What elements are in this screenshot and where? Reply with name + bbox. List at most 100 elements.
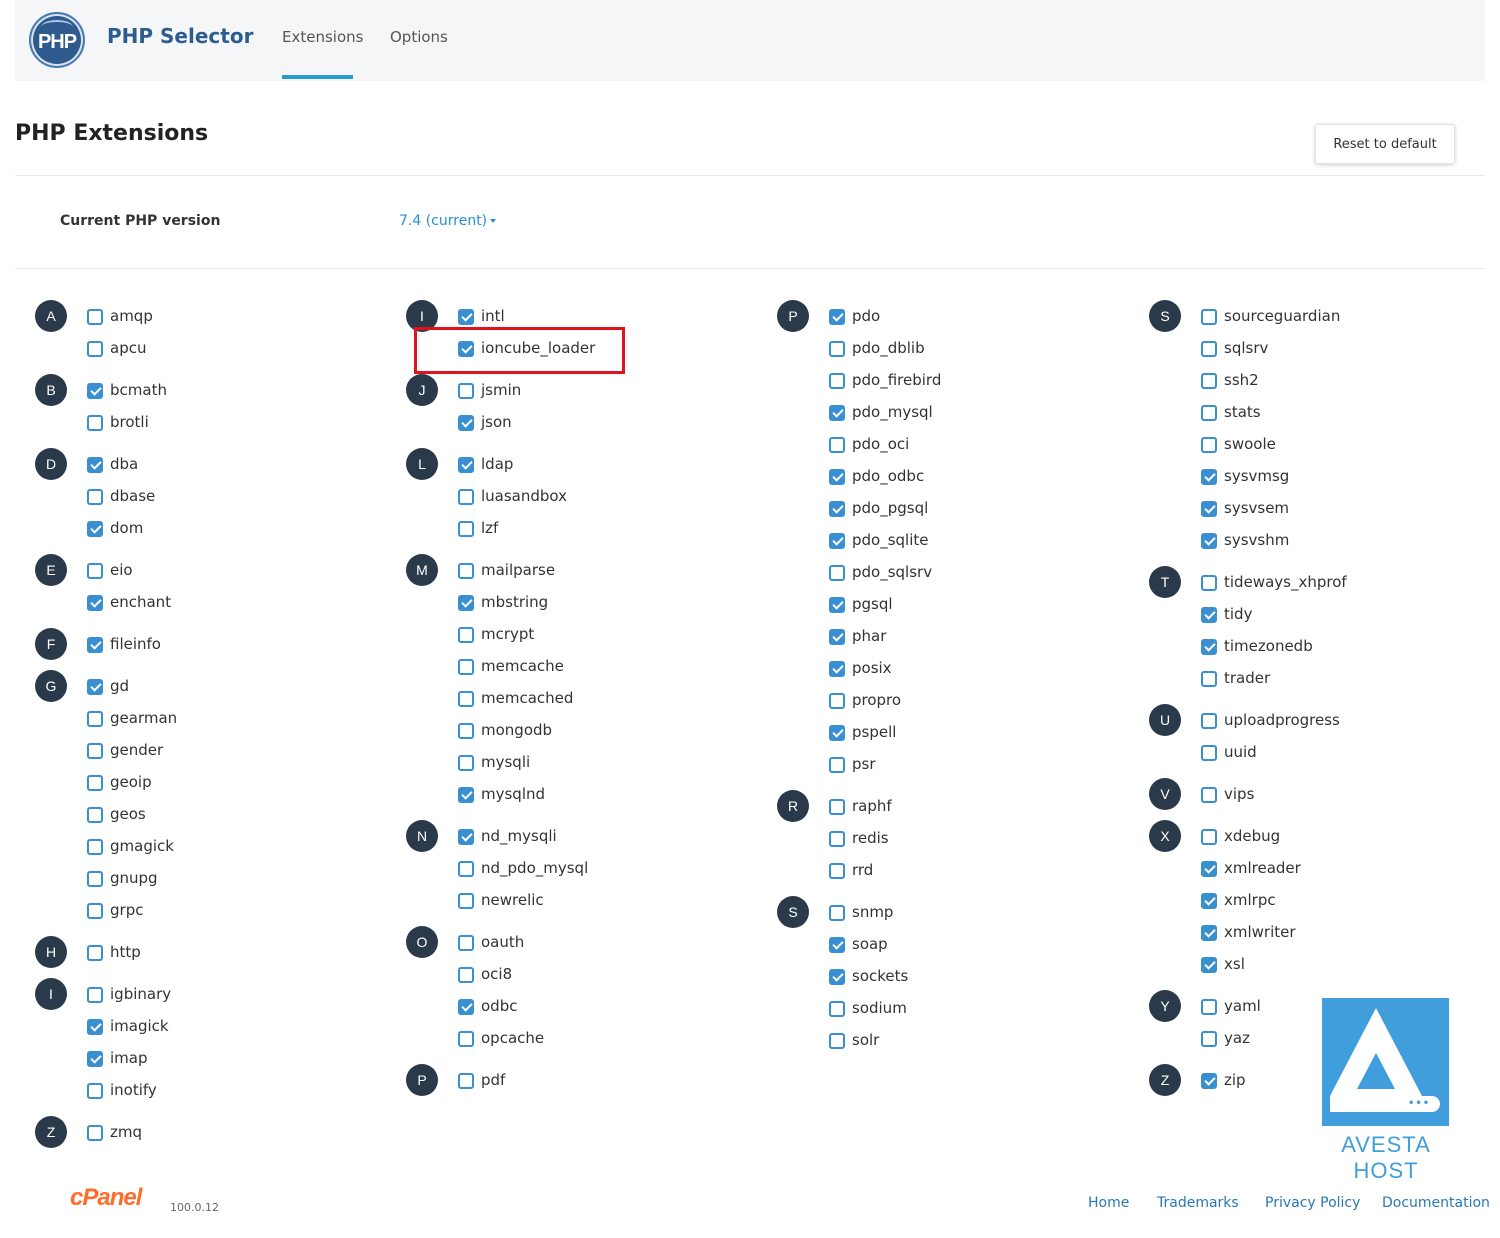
extension-psr[interactable]: psr — [829, 748, 1137, 780]
checkbox-unchecked-icon[interactable] — [458, 659, 474, 675]
checkbox-unchecked-icon[interactable] — [1201, 437, 1217, 453]
extension-mbstring[interactable]: mbstring — [458, 586, 766, 618]
extension-ssh2[interactable]: ssh2 — [1201, 364, 1500, 396]
extension-odbc[interactable]: odbc — [458, 990, 766, 1022]
extension-igbinary[interactable]: igbinary — [87, 978, 395, 1010]
checkbox-unchecked-icon[interactable] — [87, 415, 103, 431]
checkbox-unchecked-icon[interactable] — [1201, 1031, 1217, 1047]
extension-amqp[interactable]: amqp — [87, 300, 395, 332]
extension-geoip[interactable]: geoip — [87, 766, 395, 798]
extension-pdo-mysql[interactable]: pdo_mysql — [829, 396, 1137, 428]
checkbox-checked-icon[interactable] — [829, 629, 845, 645]
extension-pdo[interactable]: pdo — [829, 300, 1137, 332]
extension-memcached[interactable]: memcached — [458, 682, 766, 714]
extension-xsl[interactable]: xsl — [1201, 948, 1500, 980]
checkbox-checked-icon[interactable] — [829, 533, 845, 549]
extension-raphf[interactable]: raphf — [829, 790, 1137, 822]
extension-uploadprogress[interactable]: uploadprogress — [1201, 704, 1500, 736]
extension-snmp[interactable]: snmp — [829, 896, 1137, 928]
extension-grpc[interactable]: grpc — [87, 894, 395, 926]
extension-timezonedb[interactable]: timezonedb — [1201, 630, 1500, 662]
footer-link-documentation[interactable]: Documentation — [1382, 1195, 1490, 1211]
extension-fileinfo[interactable]: fileinfo — [87, 628, 395, 660]
extension-apcu[interactable]: apcu — [87, 332, 395, 364]
extension-pgsql[interactable]: pgsql — [829, 588, 1137, 620]
checkbox-checked-icon[interactable] — [1201, 639, 1217, 655]
checkbox-unchecked-icon[interactable] — [458, 861, 474, 877]
checkbox-unchecked-icon[interactable] — [87, 945, 103, 961]
extension-enchant[interactable]: enchant — [87, 586, 395, 618]
checkbox-unchecked-icon[interactable] — [458, 1073, 474, 1089]
extension-bcmath[interactable]: bcmath — [87, 374, 395, 406]
checkbox-checked-icon[interactable] — [458, 415, 474, 431]
checkbox-unchecked-icon[interactable] — [458, 627, 474, 643]
checkbox-checked-icon[interactable] — [458, 829, 474, 845]
extension-sqlsrv[interactable]: sqlsrv — [1201, 332, 1500, 364]
checkbox-checked-icon[interactable] — [87, 521, 103, 537]
extension-http[interactable]: http — [87, 936, 395, 968]
checkbox-unchecked-icon[interactable] — [829, 341, 845, 357]
checkbox-unchecked-icon[interactable] — [1201, 829, 1217, 845]
checkbox-checked-icon[interactable] — [829, 405, 845, 421]
checkbox-unchecked-icon[interactable] — [87, 309, 103, 325]
checkbox-unchecked-icon[interactable] — [87, 711, 103, 727]
extension-posix[interactable]: posix — [829, 652, 1137, 684]
checkbox-unchecked-icon[interactable] — [87, 903, 103, 919]
checkbox-unchecked-icon[interactable] — [87, 987, 103, 1003]
extension-brotli[interactable]: brotli — [87, 406, 395, 438]
extension-sysvmsg[interactable]: sysvmsg — [1201, 460, 1500, 492]
extension-ldap[interactable]: ldap — [458, 448, 766, 480]
extension-propro[interactable]: propro — [829, 684, 1137, 716]
extension-pdo-odbc[interactable]: pdo_odbc — [829, 460, 1137, 492]
checkbox-unchecked-icon[interactable] — [458, 967, 474, 983]
extension-memcache[interactable]: memcache — [458, 650, 766, 682]
extension-xmlwriter[interactable]: xmlwriter — [1201, 916, 1500, 948]
extension-pspell[interactable]: pspell — [829, 716, 1137, 748]
checkbox-unchecked-icon[interactable] — [829, 373, 845, 389]
extension-pdo-dblib[interactable]: pdo_dblib — [829, 332, 1137, 364]
checkbox-checked-icon[interactable] — [458, 309, 474, 325]
checkbox-checked-icon[interactable] — [1201, 501, 1217, 517]
checkbox-unchecked-icon[interactable] — [87, 743, 103, 759]
checkbox-unchecked-icon[interactable] — [87, 1125, 103, 1141]
checkbox-checked-icon[interactable] — [87, 637, 103, 653]
extension-zmq[interactable]: zmq — [87, 1116, 395, 1148]
extension-stats[interactable]: stats — [1201, 396, 1500, 428]
checkbox-unchecked-icon[interactable] — [458, 521, 474, 537]
checkbox-checked-icon[interactable] — [829, 309, 845, 325]
checkbox-checked-icon[interactable] — [458, 787, 474, 803]
extension-pdo-sqlite[interactable]: pdo_sqlite — [829, 524, 1137, 556]
checkbox-unchecked-icon[interactable] — [458, 935, 474, 951]
extension-gender[interactable]: gender — [87, 734, 395, 766]
checkbox-checked-icon[interactable] — [829, 969, 845, 985]
extension-dbase[interactable]: dbase — [87, 480, 395, 512]
checkbox-unchecked-icon[interactable] — [458, 755, 474, 771]
footer-link-trademarks[interactable]: Trademarks — [1157, 1195, 1239, 1211]
checkbox-checked-icon[interactable] — [87, 457, 103, 473]
checkbox-checked-icon[interactable] — [458, 999, 474, 1015]
checkbox-unchecked-icon[interactable] — [829, 799, 845, 815]
extension-gd[interactable]: gd — [87, 670, 395, 702]
extension-gmagick[interactable]: gmagick — [87, 830, 395, 862]
checkbox-checked-icon[interactable] — [1201, 893, 1217, 909]
checkbox-unchecked-icon[interactable] — [1201, 405, 1217, 421]
php-version-dropdown[interactable]: 7.4 (current) — [399, 213, 497, 229]
checkbox-unchecked-icon[interactable] — [1201, 999, 1217, 1015]
checkbox-checked-icon[interactable] — [829, 597, 845, 613]
checkbox-unchecked-icon[interactable] — [1201, 341, 1217, 357]
extension-pdo-pgsql[interactable]: pdo_pgsql — [829, 492, 1137, 524]
checkbox-unchecked-icon[interactable] — [1201, 745, 1217, 761]
checkbox-checked-icon[interactable] — [829, 725, 845, 741]
checkbox-unchecked-icon[interactable] — [1201, 671, 1217, 687]
checkbox-unchecked-icon[interactable] — [87, 489, 103, 505]
extension-dba[interactable]: dba — [87, 448, 395, 480]
extension-sourceguardian[interactable]: sourceguardian — [1201, 300, 1500, 332]
extension-sysvshm[interactable]: sysvshm — [1201, 524, 1500, 556]
extension-json[interactable]: json — [458, 406, 766, 438]
extension-sockets[interactable]: sockets — [829, 960, 1137, 992]
checkbox-checked-icon[interactable] — [1201, 469, 1217, 485]
checkbox-checked-icon[interactable] — [87, 383, 103, 399]
extension-nd-pdo-mysql[interactable]: nd_pdo_mysql — [458, 852, 766, 884]
checkbox-unchecked-icon[interactable] — [829, 437, 845, 453]
extension-eio[interactable]: eio — [87, 554, 395, 586]
